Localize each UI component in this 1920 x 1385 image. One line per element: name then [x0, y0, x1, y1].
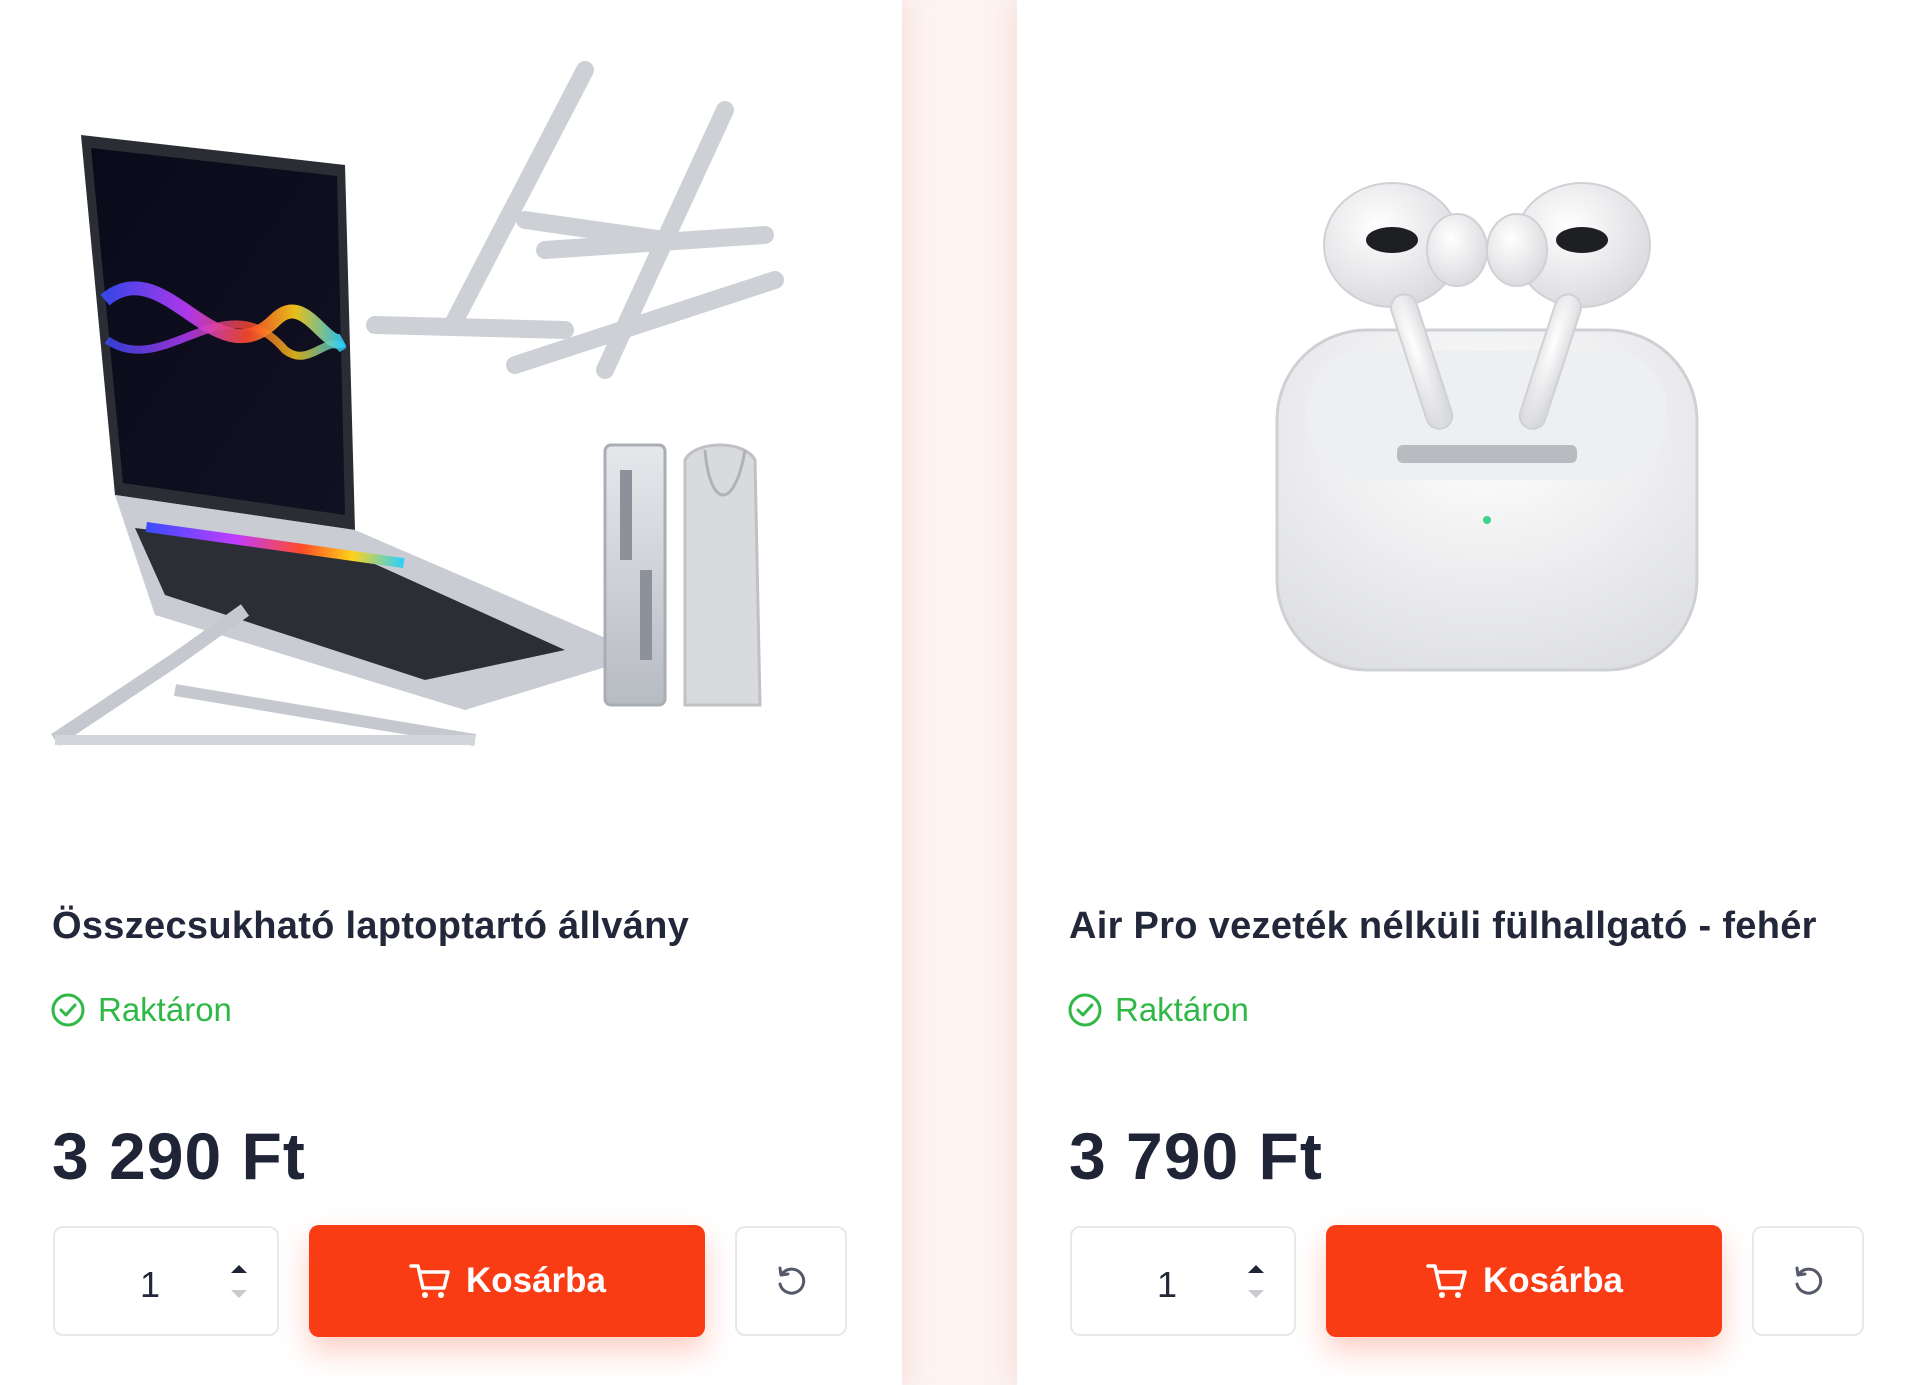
product-price: 3 290 Ft: [52, 1119, 306, 1193]
refresh-icon: [1795, 1266, 1823, 1295]
product-title[interactable]: Összecsukható laptoptartó állvány: [52, 905, 892, 948]
quantity-stepper[interactable]: 1: [1070, 1226, 1296, 1336]
chevron-up-icon[interactable]: [227, 1261, 251, 1277]
product-image-laptop-stand[interactable]: [45, 50, 865, 830]
stock-status: Raktáron: [50, 990, 232, 1030]
add-to-cart-button[interactable]: Kosárba: [1326, 1225, 1722, 1337]
add-to-cart-button[interactable]: Kosárba: [309, 1225, 705, 1337]
product-price: 3 790 Ft: [1069, 1119, 1323, 1193]
quantity-value[interactable]: 1: [1142, 1264, 1192, 1306]
chevron-down-icon[interactable]: [1244, 1286, 1268, 1302]
check-circle-icon: [51, 993, 85, 1027]
product-image-earbuds[interactable]: [1062, 50, 1882, 830]
product-grid: Összecsukható laptoptartó állvány Raktár…: [0, 0, 1920, 1385]
stock-label: Raktáron: [1115, 991, 1249, 1028]
compare-button[interactable]: [735, 1226, 847, 1336]
refresh-icon: [778, 1266, 806, 1295]
product-card: Összecsukható laptoptartó állvány Raktár…: [0, 0, 902, 1385]
add-to-cart-label: Kosárba: [465, 1261, 607, 1300]
cart-icon: [409, 1264, 450, 1298]
stock-status: Raktáron: [1067, 990, 1249, 1030]
product-card: Air Pro vezeték nélküli fülhallgató - fe…: [1017, 0, 1920, 1385]
add-to-cart-label: Kosárba: [1482, 1261, 1624, 1300]
quantity-stepper[interactable]: 1: [53, 1226, 279, 1336]
stock-label: Raktáron: [98, 991, 232, 1028]
chevron-down-icon[interactable]: [227, 1286, 251, 1302]
compare-button[interactable]: [1752, 1226, 1864, 1336]
product-title[interactable]: Air Pro vezeték nélküli fülhallgató - fe…: [1069, 905, 1909, 948]
check-circle-icon: [1068, 993, 1102, 1027]
cart-icon: [1426, 1264, 1467, 1298]
quantity-value[interactable]: 1: [125, 1264, 175, 1306]
chevron-up-icon[interactable]: [1244, 1261, 1268, 1277]
